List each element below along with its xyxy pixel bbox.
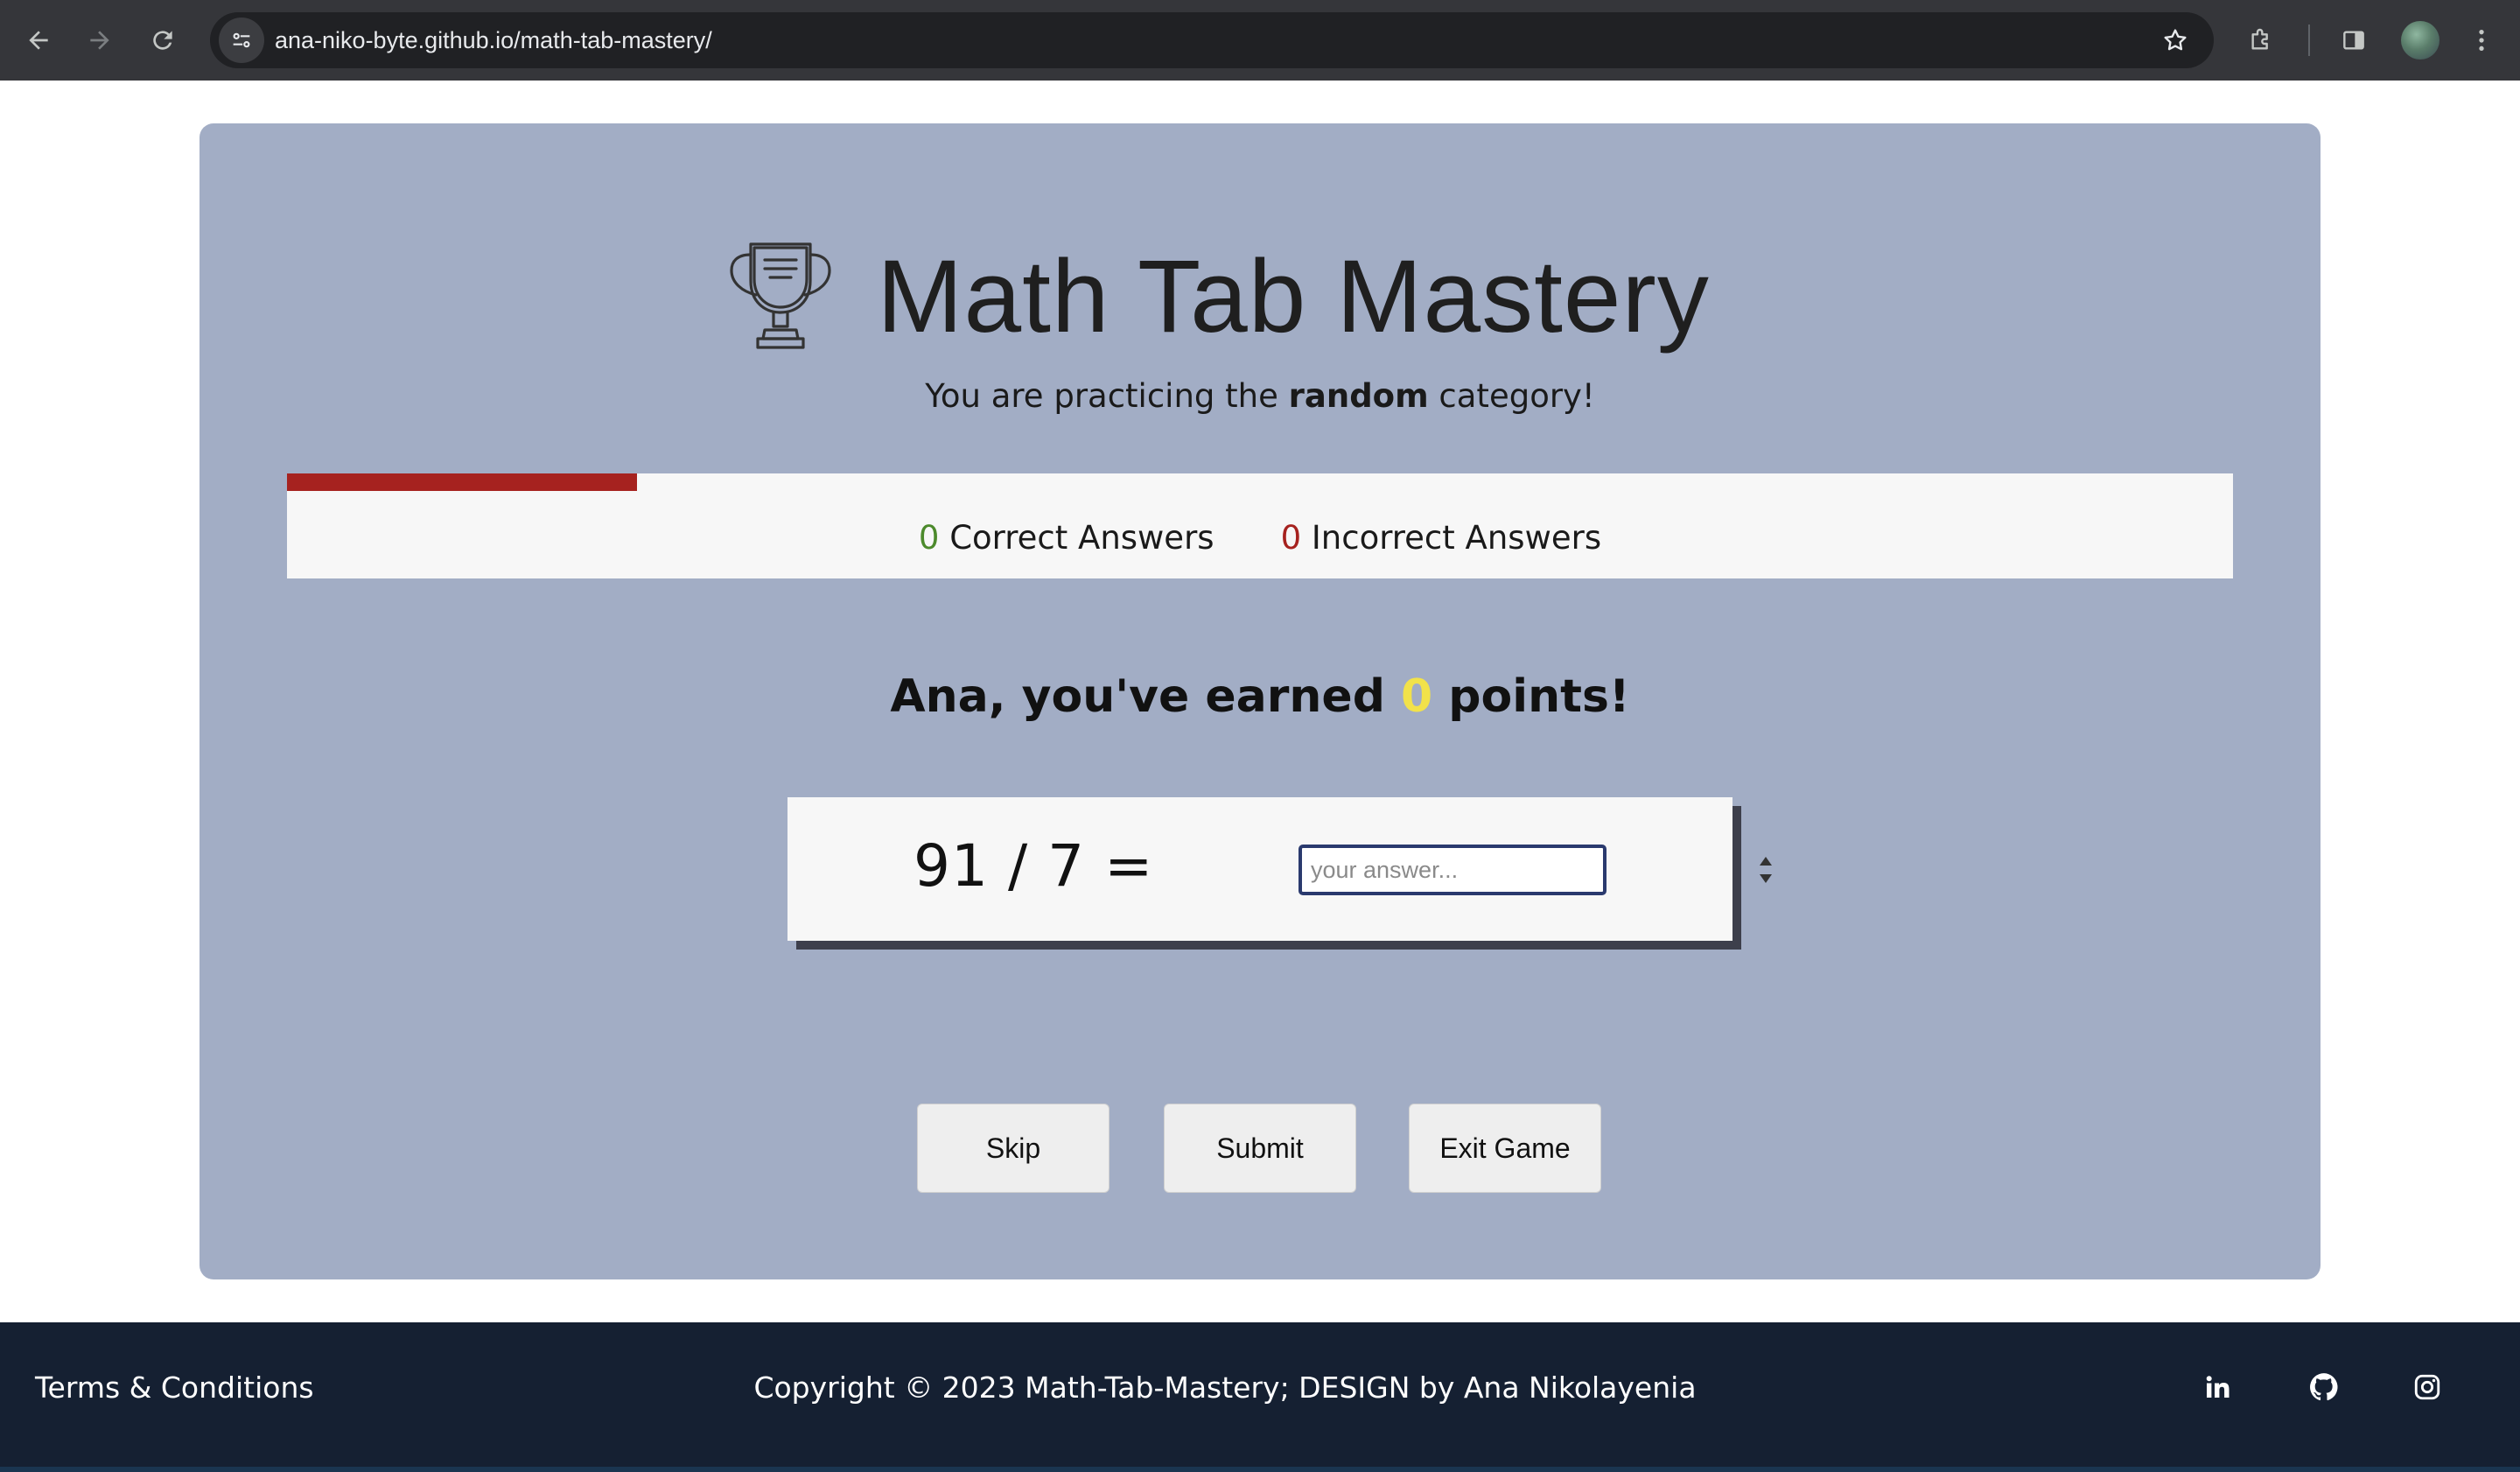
answer-input[interactable] bbox=[1298, 845, 1606, 895]
incorrect-label: Incorrect Answers bbox=[1301, 519, 1602, 557]
points-suffix: points! bbox=[1432, 670, 1630, 723]
reload-icon[interactable] bbox=[138, 16, 187, 65]
github-icon[interactable] bbox=[2303, 1366, 2345, 1408]
game-card: Math Tab Mastery You are practicing the … bbox=[200, 123, 2320, 1279]
progress-bar-fill bbox=[287, 473, 638, 491]
points-message: Ana, you've earned 0 points! bbox=[200, 670, 2320, 723]
points-prefix: Ana, you've earned bbox=[890, 670, 1402, 723]
toolbar-divider bbox=[2308, 25, 2310, 56]
copyright-text: Copyright © 2023 Math-Tab-Mastery; DESIG… bbox=[753, 1370, 1697, 1405]
address-bar[interactable]: ana-niko-byte.github.io/math-tab-mastery… bbox=[210, 12, 2214, 68]
category-subtitle: You are practicing the random category! bbox=[200, 377, 2320, 415]
page-header: Math Tab Mastery bbox=[200, 237, 2320, 356]
bookmark-star-icon[interactable] bbox=[2152, 18, 2198, 63]
number-spinner[interactable] bbox=[1757, 857, 1774, 883]
correct-label: Correct Answers bbox=[939, 519, 1214, 557]
question-box: 91 / 7 = bbox=[788, 797, 1772, 941]
forward-arrow-icon[interactable] bbox=[75, 16, 124, 65]
correct-count: 0 bbox=[918, 519, 940, 557]
incorrect-count: 0 bbox=[1280, 519, 1302, 557]
category-name: random bbox=[1288, 377, 1429, 415]
browser-toolbar: ana-niko-byte.github.io/math-tab-mastery… bbox=[0, 0, 2520, 81]
page-footer: Terms & Conditions Copyright © 2023 Math… bbox=[0, 1322, 2520, 1472]
trophy-icon bbox=[730, 242, 831, 349]
footer-bottom-edge bbox=[0, 1467, 2520, 1472]
linkedin-icon[interactable] bbox=[2196, 1366, 2238, 1408]
subtitle-prefix: You are practicing the bbox=[925, 377, 1289, 415]
site-info-icon[interactable] bbox=[219, 18, 264, 63]
url-text[interactable]: ana-niko-byte.github.io/math-tab-mastery… bbox=[275, 12, 712, 68]
instagram-icon[interactable] bbox=[2406, 1366, 2448, 1408]
score-bar: 0 Correct Answers 0 Incorrect Answers bbox=[287, 473, 2233, 578]
points-value: 0 bbox=[1401, 670, 1433, 723]
side-panel-icon[interactable] bbox=[2329, 16, 2378, 65]
spinner-down-icon[interactable] bbox=[1760, 874, 1772, 883]
subtitle-suffix: category! bbox=[1428, 377, 1595, 415]
spinner-up-icon[interactable] bbox=[1760, 857, 1772, 866]
back-arrow-icon[interactable] bbox=[14, 16, 63, 65]
skip-button[interactable]: Skip bbox=[917, 1104, 1110, 1193]
score-counts: 0 Correct Answers 0 Incorrect Answers bbox=[287, 519, 2233, 557]
page-title: Math Tab Mastery bbox=[877, 239, 1710, 354]
more-menu-icon[interactable] bbox=[2457, 16, 2506, 65]
exit-game-button[interactable]: Exit Game bbox=[1409, 1104, 1601, 1193]
profile-avatar[interactable] bbox=[2401, 21, 2440, 60]
extensions-icon[interactable] bbox=[2236, 16, 2286, 65]
submit-button[interactable]: Submit bbox=[1164, 1104, 1356, 1193]
question-equation: 91 / 7 = bbox=[914, 832, 1154, 900]
